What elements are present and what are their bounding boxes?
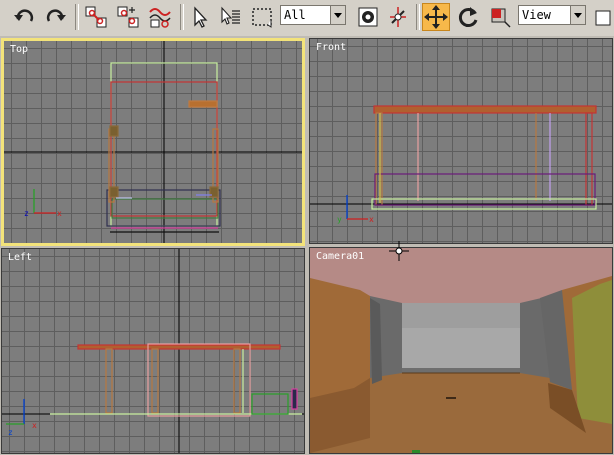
- viewport-label-top[interactable]: Top: [10, 44, 28, 55]
- viewport-label-left[interactable]: Left: [8, 252, 32, 263]
- toolbar-overflow-icon: [593, 5, 613, 29]
- reference-coordinate-dropdown[interactable]: View: [518, 5, 586, 25]
- redo-button[interactable]: [42, 3, 70, 31]
- viewport-front[interactable]: Front y x: [309, 38, 613, 244]
- select-by-name-button[interactable]: [216, 3, 244, 31]
- svg-text:x: x: [32, 421, 37, 430]
- selection-filter-value: All: [284, 8, 306, 22]
- toolbar-separator: [416, 4, 420, 30]
- svg-text:z: z: [8, 428, 13, 437]
- overflow-button[interactable]: [592, 3, 614, 31]
- viewport-left[interactable]: Left x z: [1, 248, 305, 454]
- top-viewport-scene: z x: [4, 41, 302, 243]
- toolbar-separator: [180, 4, 184, 30]
- select-and-link-button[interactable]: [82, 3, 110, 31]
- select-and-move-icon: [423, 4, 449, 30]
- svg-text:z: z: [24, 209, 29, 218]
- manipulate-button[interactable]: [384, 3, 412, 31]
- select-and-rotate-button[interactable]: [454, 3, 482, 31]
- use-pivot-center-button[interactable]: [354, 3, 382, 31]
- viewport-top[interactable]: Top z x: [1, 38, 305, 246]
- use-pivot-point-center-icon: [356, 5, 380, 29]
- manipulate-icon: [386, 5, 410, 29]
- bind-to-space-warp-button[interactable]: [146, 3, 174, 31]
- undo-icon: [12, 5, 36, 29]
- select-by-name-icon: [218, 5, 242, 29]
- unlink-selection-icon: [115, 4, 141, 30]
- chevron-down-icon[interactable]: [570, 6, 585, 24]
- reference-coordinate-value: View: [522, 8, 551, 22]
- select-and-rotate-icon: [455, 4, 481, 30]
- left-viewport-scene: x z: [2, 249, 304, 453]
- front-viewport-scene: y x: [310, 39, 612, 243]
- bind-to-space-warp-icon: [147, 4, 173, 30]
- select-and-link-icon: [83, 4, 109, 30]
- svg-text:x: x: [57, 209, 62, 218]
- viewport-label-camera[interactable]: Camera01: [316, 251, 364, 262]
- camera-viewport-scene: [310, 248, 612, 453]
- viewport-area: Top z x Front y x Left x z Camera01: [0, 36, 614, 455]
- chevron-down-icon[interactable]: [330, 6, 345, 24]
- toolbar-separator: [75, 4, 79, 30]
- selection-filter-dropdown[interactable]: All: [280, 5, 346, 25]
- select-and-move-button[interactable]: [422, 3, 450, 31]
- move-cursor-icon: [389, 241, 409, 261]
- select-object-icon: [188, 5, 212, 29]
- rectangular-selection-region-icon: [250, 5, 274, 29]
- rectangular-selection-button[interactable]: [248, 3, 276, 31]
- undo-button[interactable]: [10, 3, 38, 31]
- select-object-button[interactable]: [186, 3, 214, 31]
- main-toolbar: All View: [0, 0, 614, 37]
- select-and-scale-icon: [488, 5, 512, 29]
- viewport-camera[interactable]: Camera01: [309, 247, 613, 454]
- viewport-label-front[interactable]: Front: [316, 42, 346, 53]
- redo-icon: [44, 5, 68, 29]
- unlink-selection-button[interactable]: [114, 3, 142, 31]
- svg-text:x: x: [369, 215, 374, 224]
- select-and-scale-button[interactable]: [486, 3, 514, 31]
- svg-text:y: y: [337, 215, 342, 224]
